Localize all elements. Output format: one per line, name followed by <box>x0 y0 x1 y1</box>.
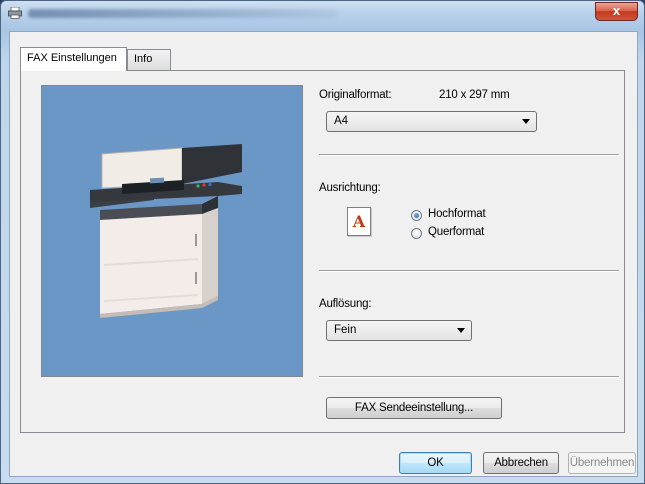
radio-button-checked[interactable] <box>411 210 422 221</box>
resolution-label: Auflösung: <box>319 298 372 310</box>
tab-fax-settings[interactable]: FAX Einstellungen <box>20 47 127 71</box>
window-title <box>28 9 338 18</box>
chevron-down-icon <box>522 119 530 124</box>
radio-button-unchecked[interactable] <box>411 228 422 239</box>
dialog-client-area: FAX Einstellungen Info Originalformat: 2… <box>9 31 638 477</box>
resolution-dropdown[interactable]: Fein <box>326 320 472 341</box>
fax-send-settings-button[interactable]: FAX Sendeeinstellung... <box>326 397 502 419</box>
ok-button[interactable]: OK <box>399 452 472 474</box>
divider <box>319 376 619 378</box>
radio-hochformat-label: Hochformat <box>428 208 486 220</box>
orientation-group: A Hochformat Querformat <box>319 174 619 244</box>
printer-illustration <box>90 144 242 318</box>
original-format-size: 210 x 297 mm <box>439 89 510 101</box>
radio-querformat-label: Querformat <box>428 226 485 238</box>
chevron-down-icon <box>457 328 465 333</box>
divider <box>319 270 619 272</box>
original-format-dropdown[interactable]: A4 <box>326 111 537 132</box>
tab-info[interactable]: Info <box>127 49 171 70</box>
divider <box>319 154 619 156</box>
printer-icon <box>8 7 22 19</box>
tab-panel-fax-settings: Originalformat: 210 x 297 mm A4 Ausricht… <box>20 70 625 433</box>
apply-button[interactable]: Übernehmen <box>568 452 636 474</box>
title-bar[interactable]: x <box>1 1 644 27</box>
dialog-window: x FAX Einstellungen Info Originalformat:… <box>0 0 645 484</box>
cancel-button[interactable]: Abbrechen <box>483 452 559 474</box>
portrait-orientation-icon: A <box>347 207 371 236</box>
printer-preview-image <box>41 85 303 377</box>
close-button[interactable]: x <box>595 2 638 21</box>
original-format-selected: A4 <box>334 115 349 127</box>
settings-column: Originalformat: 210 x 297 mm A4 Ausricht… <box>319 71 619 432</box>
resolution-selected: Fein <box>334 324 357 336</box>
original-format-label: Originalformat: <box>319 89 392 101</box>
